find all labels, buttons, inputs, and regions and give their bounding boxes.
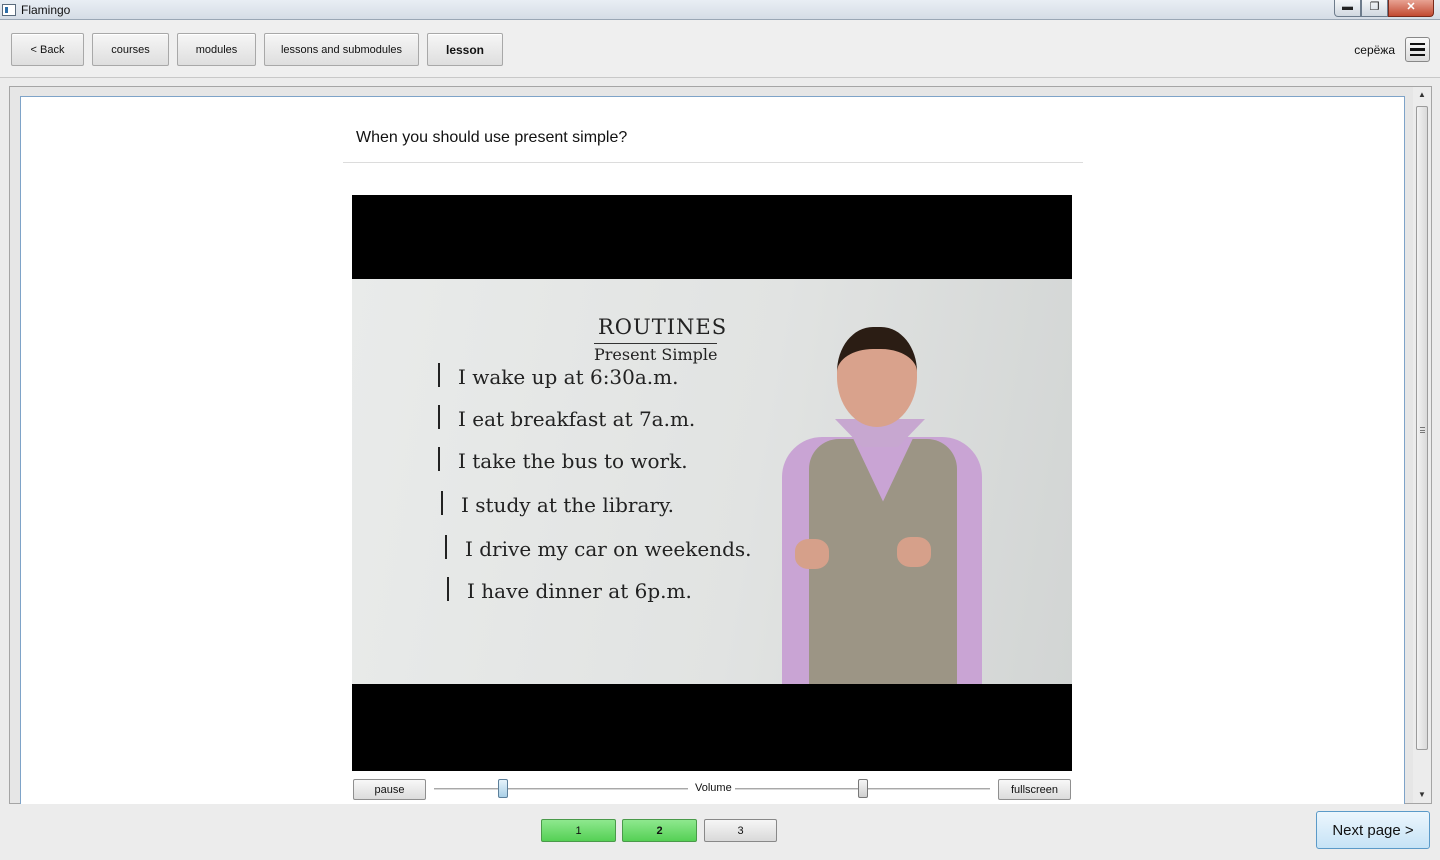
presenter-image: [747, 327, 1067, 684]
presenter-hand: [795, 539, 829, 569]
pause-button[interactable]: pause: [353, 779, 426, 800]
whiteboard-line: I take the bus to work.: [438, 447, 688, 473]
whiteboard-line: I eat breakfast at 7a.m.: [437, 405, 696, 431]
modules-button[interactable]: modules: [177, 33, 256, 66]
back-button[interactable]: < Back: [11, 33, 84, 66]
lessons-and-submodules-button[interactable]: lessons and submodules: [264, 33, 419, 66]
scroll-down-icon[interactable]: ▼: [1413, 788, 1431, 802]
hamburger-menu-icon[interactable]: [1405, 37, 1430, 62]
navigation-toolbar: < Back courses modules lessons and submo…: [0, 20, 1440, 78]
grip-icon: [1420, 427, 1425, 433]
whiteboard-title: ROUTINES: [598, 315, 728, 339]
app-icon: [2, 4, 16, 16]
whiteboard-line: I study at the library.: [441, 491, 674, 517]
video-controls: pause Volume fullscreen: [352, 777, 1072, 801]
window-title: Flamingo: [21, 3, 71, 17]
video-frame: ROUTINES Present Simple I wake up at 6:3…: [352, 279, 1072, 684]
next-page-button[interactable]: Next page >: [1316, 811, 1430, 849]
courses-button[interactable]: courses: [92, 33, 169, 66]
vertical-scrollbar[interactable]: ▲ ▼: [1413, 87, 1431, 803]
page-button-3[interactable]: 3: [704, 819, 777, 842]
page-button-2[interactable]: 2: [622, 819, 697, 842]
whiteboard-line: I drive my car on weekends.: [445, 535, 752, 561]
position-slider-handle[interactable]: [497, 779, 508, 798]
video-player[interactable]: ROUTINES Present Simple I wake up at 6:3…: [352, 195, 1072, 771]
user-name: серёжа: [1354, 43, 1395, 57]
presenter-head: [837, 327, 917, 427]
menu-bar-line: [1410, 48, 1425, 51]
maximize-icon[interactable]: ❐: [1361, 0, 1388, 17]
lesson-content: When you should use present simple? ROUT…: [20, 96, 1405, 804]
minimize-icon[interactable]: ▬: [1334, 0, 1361, 17]
scrollbar-thumb[interactable]: [1416, 106, 1428, 750]
presenter-hand: [897, 537, 931, 567]
window-title-bar: Flamingo ▬ ❐ ✕: [0, 0, 1440, 20]
menu-bar-line: [1410, 42, 1425, 46]
lesson-scroll-area[interactable]: When you should use present simple? ROUT…: [9, 86, 1432, 804]
lesson-question: When you should use present simple?: [356, 129, 628, 146]
position-slider-track[interactable]: [434, 788, 688, 791]
scroll-up-icon[interactable]: ▲: [1413, 88, 1431, 102]
window-controls: ▬ ❐ ✕: [1334, 0, 1434, 18]
whiteboard-subtitle: Present Simple: [594, 343, 718, 364]
volume-slider-handle[interactable]: [857, 779, 868, 798]
volume-label: Volume: [695, 782, 732, 794]
fullscreen-button[interactable]: fullscreen: [998, 779, 1071, 800]
lesson-button[interactable]: lesson: [427, 33, 503, 66]
menu-bar-line: [1410, 53, 1425, 57]
whiteboard-line: I have dinner at 6p.m.: [447, 577, 692, 603]
close-icon[interactable]: ✕: [1388, 0, 1434, 17]
whiteboard-line: I wake up at 6:30a.m.: [438, 363, 679, 389]
page-button-1[interactable]: 1: [541, 819, 616, 842]
divider: [343, 162, 1083, 163]
